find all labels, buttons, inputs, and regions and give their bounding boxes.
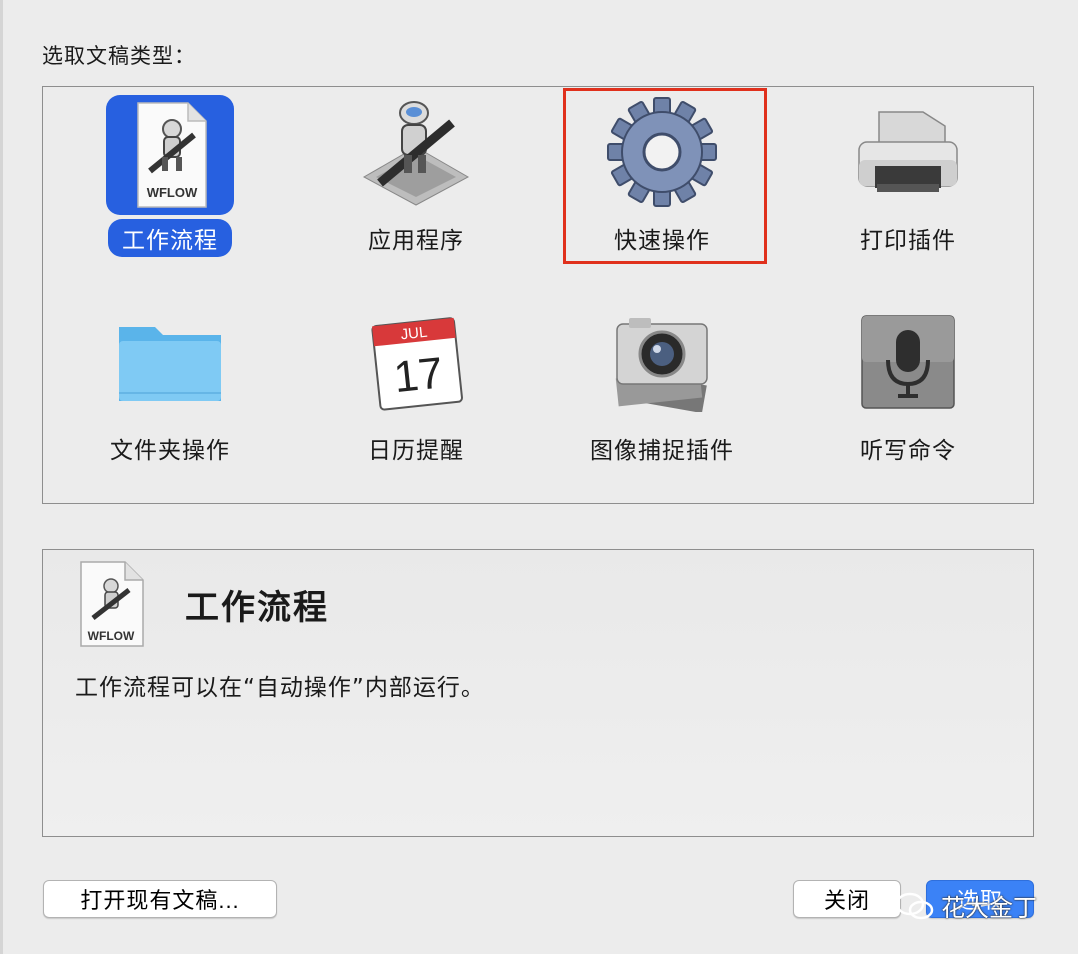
tile-label: 文件夹操作 xyxy=(110,438,230,464)
tile-label: 工作流程 xyxy=(47,219,293,257)
tile-dictation-command[interactable]: 听写命令 xyxy=(785,301,1031,491)
automator-application-icon xyxy=(346,91,486,213)
tile-label: 打印插件 xyxy=(860,228,956,254)
svg-text:WFLOW: WFLOW xyxy=(147,185,198,200)
close-button[interactable]: 关闭 xyxy=(793,880,901,918)
tile-label: 图像捕捉插件 xyxy=(590,438,734,464)
tile-application[interactable]: 应用程序 xyxy=(293,91,539,281)
open-existing-document-button[interactable]: 打开现有文稿... xyxy=(43,880,277,918)
camera-icon xyxy=(592,301,732,423)
tile-print-plugin[interactable]: 打印插件 xyxy=(785,91,1031,281)
svg-text:JUL: JUL xyxy=(400,324,428,344)
tile-calendar-alarm[interactable]: JUL 17 日历提醒 xyxy=(293,301,539,491)
choose-type-prompt: 选取文稿类型： xyxy=(42,44,196,68)
calendar-icon: JUL 17 xyxy=(346,301,486,423)
watermark-text: 花大金丁 xyxy=(941,894,1037,922)
description-panel: WFLOW 工作流程 工作流程可以在“自动操作”内部运行。 xyxy=(42,549,1034,837)
workflow-document-icon: WFLOW xyxy=(75,558,151,650)
tile-label: 应用程序 xyxy=(368,228,464,254)
document-type-grid: WFLOW 工作流程 应用程序 快速操作 打印插件 文件夹操作 JUL 17 日… xyxy=(42,86,1034,504)
window-edge xyxy=(0,0,3,954)
tile-workflow[interactable]: WFLOW 工作流程 xyxy=(47,91,293,281)
description-title: 工作流程 xyxy=(185,588,329,628)
tile-label: 日历提醒 xyxy=(368,438,464,464)
microphone-icon xyxy=(838,301,978,423)
folder-icon xyxy=(100,301,240,423)
tile-label: 听写命令 xyxy=(860,438,956,464)
wechat-icon xyxy=(895,892,934,919)
tile-folder-action[interactable]: 文件夹操作 xyxy=(47,301,293,491)
tile-label: 快速操作 xyxy=(614,228,710,254)
watermark: 花大金丁 xyxy=(895,888,1037,923)
tile-image-capture-plugin[interactable]: 图像捕捉插件 xyxy=(539,301,785,491)
gear-icon xyxy=(592,91,732,213)
printer-icon xyxy=(838,91,978,213)
svg-text:WFLOW: WFLOW xyxy=(88,629,135,643)
tile-quick-action[interactable]: 快速操作 xyxy=(539,91,785,281)
svg-text:17: 17 xyxy=(392,348,446,402)
description-text: 工作流程可以在“自动操作”内部运行。 xyxy=(75,675,485,701)
workflow-document-icon: WFLOW xyxy=(106,95,234,215)
